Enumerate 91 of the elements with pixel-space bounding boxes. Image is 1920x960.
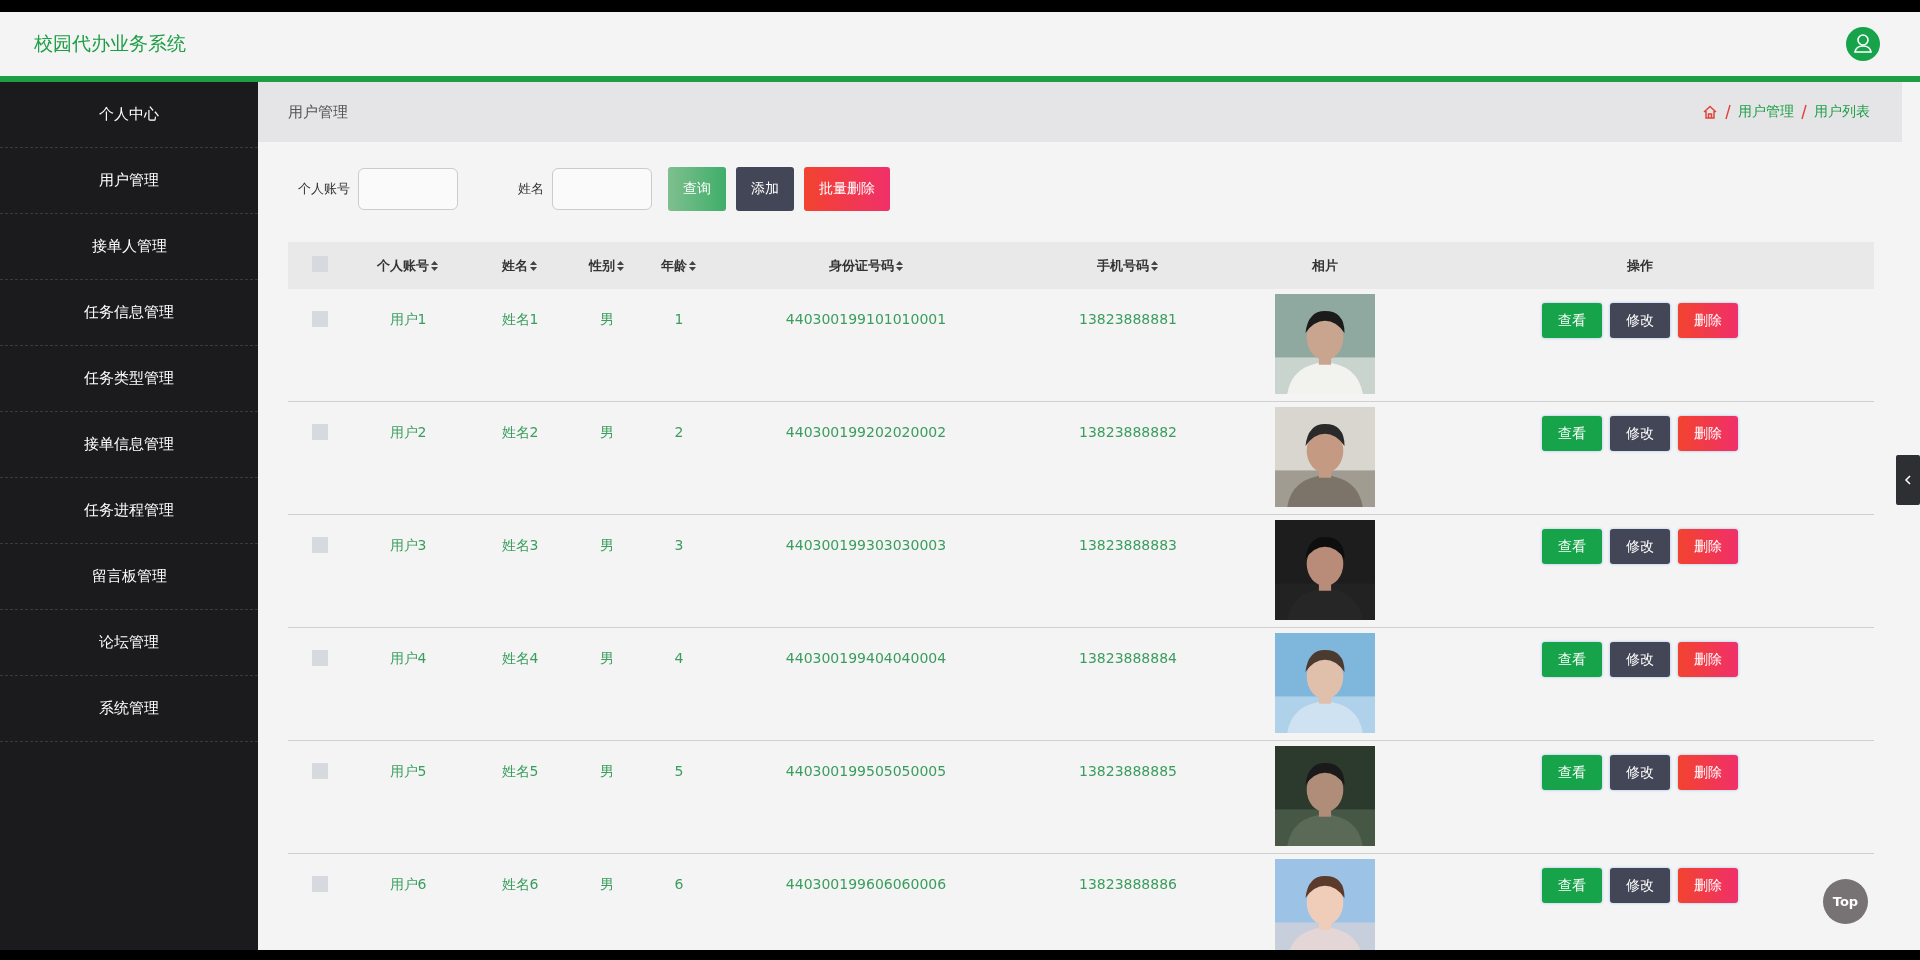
table-cell: 5 — [674, 763, 684, 779]
column-header: 身份证号码 — [828, 256, 894, 275]
table-cell: 男 — [600, 650, 614, 666]
sort-icon[interactable] — [688, 259, 697, 272]
input-field[interactable] — [358, 168, 458, 210]
delete-button[interactable]: 删除 — [1678, 529, 1738, 564]
breadcrumb-separator-icon — [1800, 104, 1808, 120]
breadcrumb-separator-icon — [1724, 104, 1732, 120]
delete-button[interactable]: 删除 — [1678, 416, 1738, 451]
table-cell: 男 — [600, 424, 614, 440]
table-cell: 用户1 — [389, 311, 427, 327]
table-cell: 13823888885 — [1079, 763, 1177, 779]
table-cell: 440300199606060006 — [785, 876, 947, 892]
table-cell: 姓名4 — [501, 650, 539, 666]
column-header: 年龄 — [661, 256, 687, 275]
checkbox[interactable] — [312, 424, 328, 440]
table-cell: 13823888884 — [1079, 650, 1177, 666]
table-cell: 用户4 — [389, 650, 427, 666]
table-cell: 用户5 — [389, 763, 427, 779]
table-cell: 4 — [674, 650, 684, 666]
table-cell: 13823888883 — [1079, 537, 1177, 553]
sidebar-item[interactable]: 接单信息管理 — [0, 412, 258, 478]
sidebar-item[interactable]: 留言板管理 — [0, 544, 258, 610]
drawer-toggle-icon[interactable] — [1896, 455, 1920, 505]
edit-button[interactable]: 修改 — [1610, 755, 1670, 790]
sort-icon[interactable] — [430, 259, 439, 272]
table-cell: 用户3 — [389, 537, 427, 553]
edit-button[interactable]: 修改 — [1610, 303, 1670, 338]
sort-icon[interactable] — [1150, 259, 1159, 272]
sidebar-item[interactable]: 论坛管理 — [0, 610, 258, 676]
sidebar-item[interactable]: 任务进程管理 — [0, 478, 258, 544]
table-cell: 6 — [674, 876, 684, 892]
table-cell: 13823888881 — [1079, 311, 1177, 327]
table-cell: 姓名5 — [501, 763, 539, 779]
add-button[interactable]: 添加 — [736, 167, 794, 211]
table-cell: 440300199404040004 — [785, 650, 947, 666]
delete-button[interactable]: 删除 — [1678, 755, 1738, 790]
table-cell: 13823888886 — [1079, 876, 1177, 892]
sidebar-item[interactable]: 系统管理 — [0, 676, 258, 742]
back-to-top-button[interactable]: Top — [1823, 879, 1868, 924]
sort-icon[interactable] — [894, 259, 904, 272]
table-cell: 男 — [600, 311, 614, 327]
home-icon[interactable] — [1702, 104, 1718, 120]
table-cell: 2 — [674, 424, 684, 440]
edit-button[interactable]: 修改 — [1610, 416, 1670, 451]
table-cell: 男 — [600, 876, 614, 892]
field-label: 姓名 — [518, 180, 544, 198]
edit-button[interactable]: 修改 — [1610, 529, 1670, 564]
sort-icon[interactable] — [529, 259, 538, 272]
page-title: 用户管理 — [288, 102, 348, 122]
table-cell: 440300199101010001 — [785, 311, 947, 327]
user-avatar-icon[interactable] — [1846, 27, 1880, 61]
edit-button[interactable]: 修改 — [1610, 868, 1670, 903]
app-title: 校园代办业务系统 — [34, 31, 186, 56]
sidebar-item[interactable]: 任务类型管理 — [0, 346, 258, 412]
table-cell: 姓名1 — [501, 311, 539, 327]
checkbox[interactable] — [312, 763, 328, 779]
column-header: 性别 — [589, 256, 615, 275]
table-cell: 姓名3 — [501, 537, 539, 553]
table-cell: 440300199505050005 — [785, 763, 947, 779]
column-header: 手机号码 — [1097, 256, 1149, 275]
column-header: 操作 — [1627, 256, 1653, 275]
checkbox[interactable] — [312, 537, 328, 553]
column-header: 个人账号 — [377, 256, 429, 275]
table-cell: 440300199202020002 — [785, 424, 947, 440]
sidebar-item[interactable]: 接单人管理 — [0, 214, 258, 280]
table-cell: 用户6 — [389, 876, 427, 892]
checkbox[interactable] — [312, 311, 328, 327]
table-cell: 1 — [674, 311, 684, 327]
checkbox[interactable] — [312, 650, 328, 666]
sidebar-item[interactable]: 用户管理 — [0, 148, 258, 214]
delete-button[interactable]: 删除 — [1678, 303, 1738, 338]
table-cell: 440300199303030003 — [785, 537, 947, 553]
table-cell: 用户2 — [389, 424, 427, 440]
column-header: 相片 — [1312, 256, 1338, 275]
edit-button[interactable]: 修改 — [1610, 642, 1670, 677]
delete-button[interactable]: 删除 — [1678, 868, 1738, 903]
delete-button[interactable]: 批量删除 — [804, 167, 890, 211]
sort-icon[interactable] — [616, 259, 625, 272]
column-header: 姓名 — [502, 256, 528, 275]
input-field[interactable] — [552, 168, 652, 210]
table-cell: 男 — [600, 537, 614, 553]
table-cell: 男 — [600, 763, 614, 779]
sidebar-item[interactable]: 任务信息管理 — [0, 280, 258, 346]
table-cell: 姓名2 — [501, 424, 539, 440]
table-cell: 13823888882 — [1079, 424, 1177, 440]
field-label: 个人账号 — [298, 180, 350, 198]
delete-button[interactable]: 删除 — [1678, 642, 1738, 677]
checkbox[interactable] — [312, 876, 328, 892]
table-cell: 姓名6 — [501, 876, 539, 892]
table-cell: 3 — [674, 537, 684, 553]
